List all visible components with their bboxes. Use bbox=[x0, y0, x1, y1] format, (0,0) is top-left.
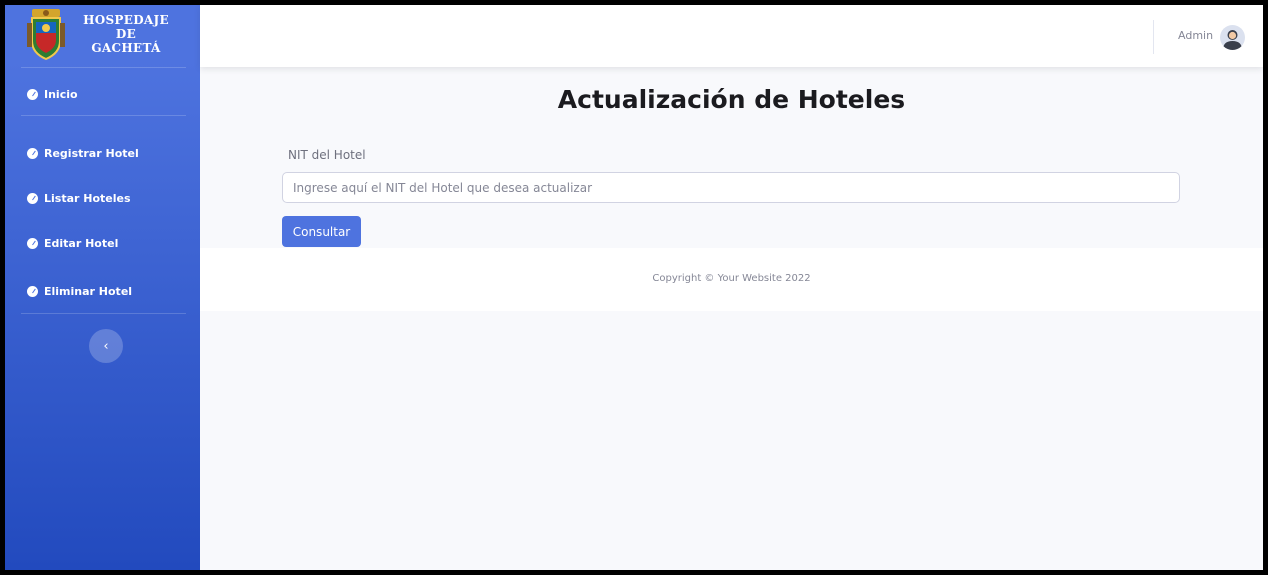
nit-input[interactable] bbox=[282, 172, 1180, 203]
sidebar-divider bbox=[21, 313, 186, 314]
sidebar-item-label: Editar Hotel bbox=[44, 236, 119, 250]
sidebar-brand[interactable]: HOSPEDAJE DE GACHETÁ bbox=[5, 5, 200, 65]
consultar-button[interactable]: Consultar bbox=[282, 216, 361, 247]
user-avatar-icon bbox=[1223, 30, 1242, 50]
topbar-divider bbox=[1153, 20, 1154, 54]
topbar: Admin bbox=[200, 5, 1263, 67]
sidebar-item-listar-hoteles[interactable]: Listar Hoteles bbox=[27, 188, 131, 208]
app-window: HOSPEDAJE DE GACHETÁ Inicio Registrar Ho… bbox=[5, 5, 1263, 570]
chevron-left-icon: ‹ bbox=[103, 338, 109, 354]
sidebar-item-eliminar-hotel[interactable]: Eliminar Hotel bbox=[27, 281, 132, 301]
sidebar-item-registrar-hotel[interactable]: Registrar Hotel bbox=[27, 143, 139, 163]
sidebar-item-label: Registrar Hotel bbox=[44, 146, 139, 160]
sidebar-divider bbox=[21, 115, 186, 116]
sidebar-item-editar-hotel[interactable]: Editar Hotel bbox=[27, 233, 118, 253]
sidebar-item-label: Listar Hoteles bbox=[44, 191, 131, 205]
sidebar-item-label: Eliminar Hotel bbox=[44, 284, 133, 298]
footer: Copyright © Your Website 2022 bbox=[200, 248, 1263, 311]
coat-of-arms-logo bbox=[27, 9, 65, 61]
sidebar-toggle-button[interactable]: ‹ bbox=[89, 329, 123, 363]
brand-title-line2: GACHETÁ bbox=[91, 41, 161, 55]
sidebar-item-inicio[interactable]: Inicio bbox=[27, 84, 78, 104]
dashboard-icon bbox=[27, 285, 38, 297]
sidebar-item-label: Inicio bbox=[44, 87, 78, 101]
page-title: Actualización de Hoteles bbox=[557, 85, 906, 114]
sidebar: HOSPEDAJE DE GACHETÁ Inicio Registrar Ho… bbox=[5, 5, 200, 570]
copyright-text: Copyright © Your Website 2022 bbox=[652, 273, 811, 284]
dashboard-icon bbox=[27, 147, 38, 159]
dashboard-icon bbox=[27, 88, 38, 100]
brand-title-line1: HOSPEDAJE DE bbox=[83, 13, 169, 41]
dashboard-icon bbox=[27, 192, 38, 204]
dashboard-icon bbox=[27, 237, 38, 249]
brand-title: HOSPEDAJE DE GACHETÁ bbox=[71, 13, 181, 55]
avatar[interactable] bbox=[1220, 25, 1245, 50]
nit-field-label: NIT del Hotel bbox=[288, 148, 366, 162]
sidebar-divider bbox=[21, 67, 186, 68]
user-name[interactable]: Admin bbox=[1178, 29, 1213, 42]
